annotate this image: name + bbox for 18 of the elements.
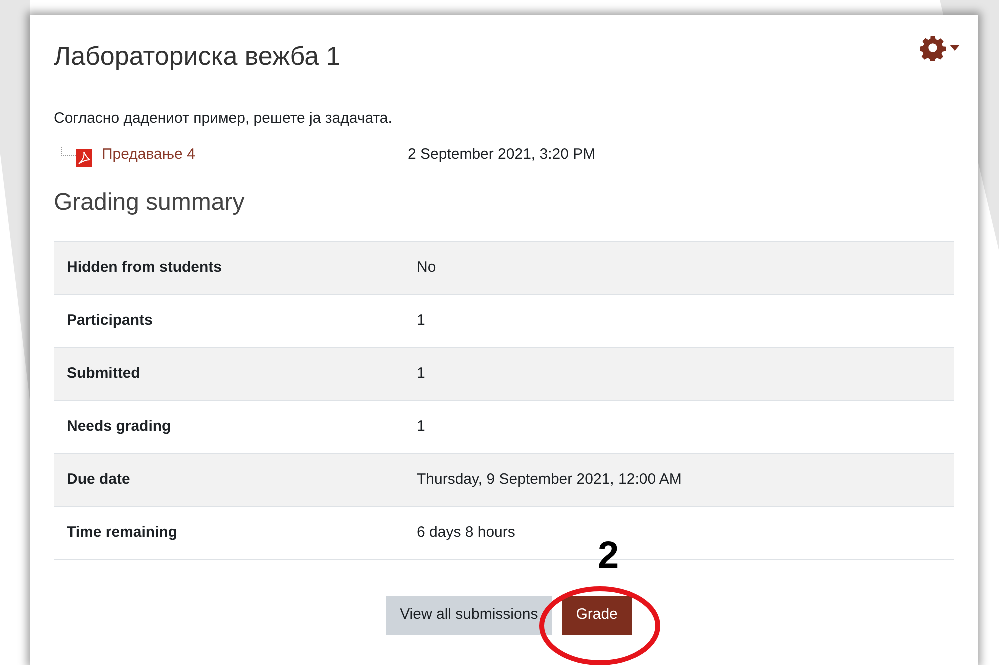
settings-icon	[920, 35, 946, 61]
table-cell: 1	[404, 348, 954, 401]
caret-icon	[950, 45, 960, 51]
table-cell: Time remaining	[54, 506, 404, 560]
table-cell: Hidden from students	[54, 242, 404, 295]
table-cell: No	[404, 242, 954, 295]
table-cell: Due date	[54, 454, 404, 507]
annotation-number: 2	[598, 534, 620, 579]
settings-menu[interactable]	[920, 35, 960, 61]
description-text: Согласно дадениот пример, решете ја задачата.	[54, 109, 394, 130]
table-cell: Thursday, 9 September 2021, 12:00 AM	[404, 454, 954, 507]
file-date: 2 September 2021, 3:20 PM	[408, 145, 596, 166]
page-title: Лабораториска вежба 1	[54, 41, 341, 72]
view-submissions-button[interactable]: View all submissions	[386, 596, 552, 635]
grade-button[interactable]: Grade	[562, 596, 632, 635]
file-link[interactable]: Предавање 4	[102, 144, 408, 167]
section-heading: Grading summary	[54, 188, 246, 218]
table-cell: Submitted	[54, 348, 404, 401]
